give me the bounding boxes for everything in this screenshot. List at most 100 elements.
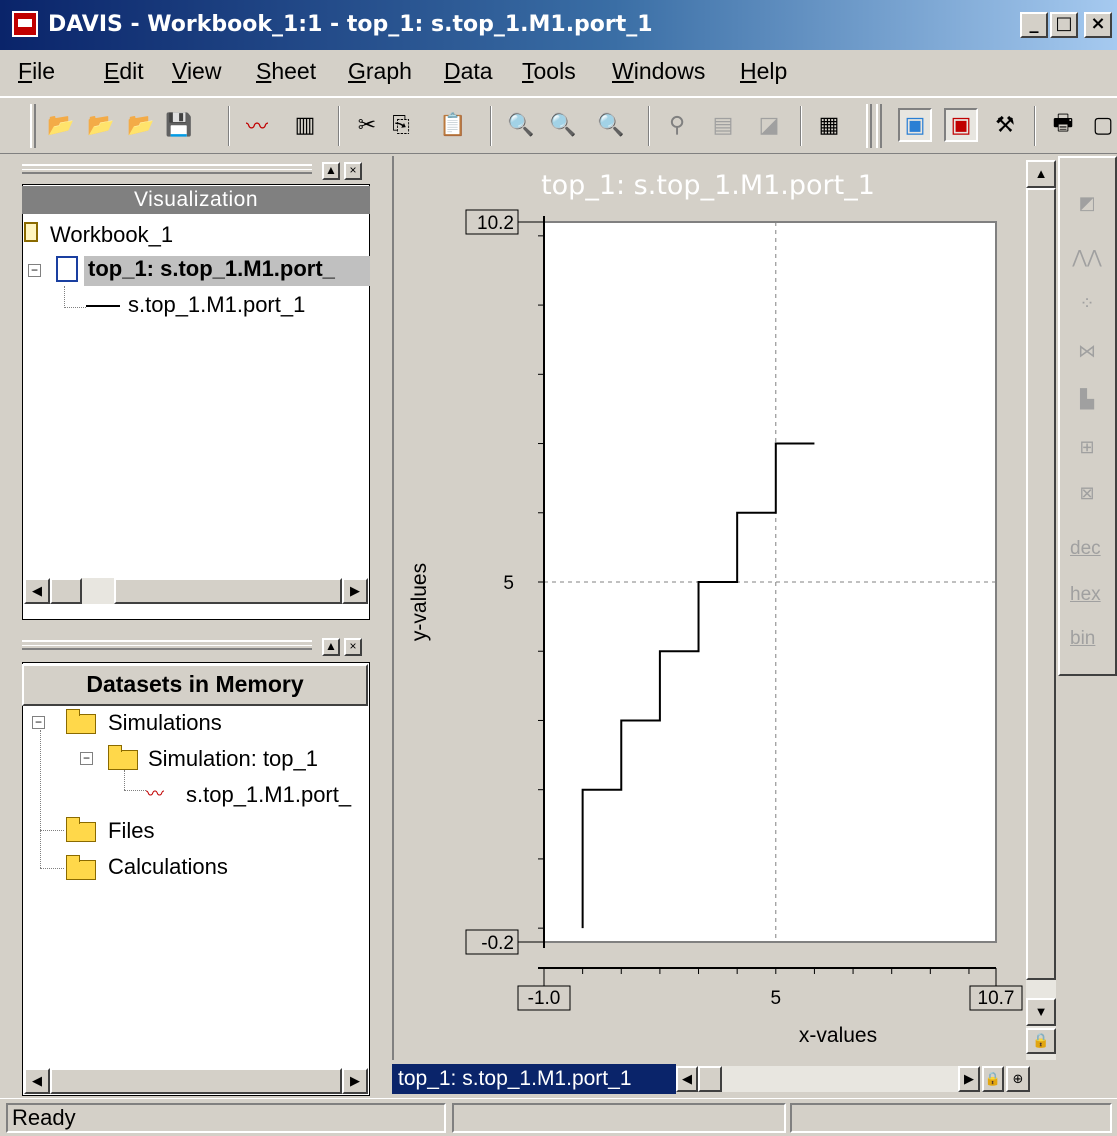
zoom-fit-icon[interactable]: 🔍: [594, 108, 628, 142]
toolbar-grip[interactable]: [30, 104, 36, 148]
scroll-thumb[interactable]: [50, 1068, 342, 1094]
menu-view[interactable]: View: [172, 58, 221, 85]
cursor-icon[interactable]: ⚲: [660, 108, 694, 142]
scroll-thumb[interactable]: [114, 578, 342, 604]
tab-scroll-left-button[interactable]: ◀: [676, 1066, 698, 1092]
calculator-icon[interactable]: ▦: [812, 108, 846, 142]
scroll-thumb[interactable]: [1026, 188, 1056, 980]
minimize-button[interactable]: _: [1020, 12, 1048, 38]
tree-graph-node[interactable]: top_1: s.top_1.M1.port_: [84, 256, 370, 286]
table-icon[interactable]: ▤: [706, 108, 740, 142]
tree-workbook[interactable]: Workbook_1: [50, 222, 173, 248]
scroll-right-button[interactable]: ▶: [342, 1068, 368, 1094]
menu-graph-key: G: [348, 58, 366, 84]
menu-view-key: V: [172, 58, 187, 84]
scroll-thumb[interactable]: [50, 578, 82, 604]
scroll-down-button[interactable]: ▼: [1026, 998, 1056, 1026]
visualization-panel-grip[interactable]: [22, 164, 312, 174]
expander-icon[interactable]: −: [80, 752, 93, 765]
menu-help[interactable]: Help: [740, 58, 787, 85]
visualization-maximize-button[interactable]: ▲: [322, 162, 340, 180]
tree-simulations[interactable]: Simulations: [108, 710, 222, 736]
scroll-right-button[interactable]: ▶: [342, 578, 368, 604]
scroll-left-button[interactable]: ◀: [24, 1068, 50, 1094]
tool-strip: ◩ ⋀⋀ ⁘ ⋈ ▙ ⊞ ⊠ dec hex bin: [1058, 156, 1117, 676]
print-icon[interactable]: 🖶: [1046, 108, 1080, 142]
zoom-in-icon[interactable]: 🔍: [546, 108, 580, 142]
columns-icon[interactable]: ▥: [288, 108, 322, 142]
tree-calculations[interactable]: Calculations: [108, 854, 228, 880]
bus-view-icon[interactable]: ⋈: [1070, 336, 1104, 366]
datasets-panel-grip[interactable]: [22, 640, 312, 650]
import-icon[interactable]: 📂: [124, 108, 158, 142]
graph-tab[interactable]: top_1: s.top_1.M1.port_1: [392, 1064, 676, 1094]
status-cell: [790, 1103, 1112, 1133]
mode-graph-icon[interactable]: ▣: [898, 108, 932, 142]
menu-bar: File Edit View Sheet Graph Data Tools Wi…: [0, 52, 1117, 94]
waveform-view-icon[interactable]: ⋀⋀: [1070, 242, 1104, 272]
y-tick-label: -0.2: [481, 933, 514, 954]
menu-edit-key: E: [104, 58, 120, 84]
menu-tools-rest: ools: [533, 58, 576, 84]
datasets-hscrollbar[interactable]: ◀ ▶: [24, 1068, 368, 1094]
bar-chart-icon[interactable]: ▙: [1070, 384, 1104, 414]
menu-edit[interactable]: Edit: [104, 58, 144, 85]
tab-scroll-right-button[interactable]: ▶: [958, 1066, 980, 1092]
tab-scroll-thumb[interactable]: [698, 1066, 722, 1092]
expander-icon[interactable]: −: [32, 716, 45, 729]
print-preview-icon[interactable]: ▢: [1086, 108, 1117, 142]
chart-settings-icon[interactable]: ◩: [1070, 188, 1104, 218]
menu-windows[interactable]: Windows: [612, 58, 705, 85]
crosshair-icon[interactable]: ⊕: [1006, 1066, 1030, 1092]
close-button[interactable]: ×: [1084, 12, 1112, 38]
open-icon[interactable]: 📂: [44, 108, 78, 142]
open-database-icon[interactable]: 📂: [84, 108, 118, 142]
menu-graph-rest: raph: [365, 58, 412, 84]
visualization-hscrollbar[interactable]: ◀ ▶: [24, 578, 368, 604]
menu-edit-rest: dit: [119, 58, 144, 84]
tab-scroll-track[interactable]: [722, 1066, 958, 1092]
zoom-out-icon[interactable]: 🔍: [504, 108, 538, 142]
menu-tools[interactable]: Tools: [522, 58, 576, 85]
mode-marker-icon[interactable]: ▣: [944, 108, 978, 142]
tree-signal-dataset[interactable]: s.top_1.M1.port_: [186, 782, 351, 808]
scatter-icon[interactable]: ⁘: [1070, 288, 1104, 318]
save-icon[interactable]: 💾: [162, 108, 196, 142]
copy-icon[interactable]: ⎘: [384, 108, 418, 142]
visualization-close-button[interactable]: ×: [344, 162, 362, 180]
menu-data-key: D: [444, 58, 461, 84]
datasets-close-button[interactable]: ×: [344, 638, 362, 656]
toolbar-grip[interactable]: [866, 104, 872, 148]
cut-icon[interactable]: ✂: [350, 108, 384, 142]
y-tick-label: 5: [503, 573, 514, 594]
digital-view-icon[interactable]: ⊞: [1070, 432, 1104, 462]
paste-icon[interactable]: 📋: [436, 108, 470, 142]
dec-button[interactable]: dec: [1070, 538, 1101, 560]
step-chart[interactable]: 10.2 5 -0.2 -1.0 5 10.7 x-values y-values: [392, 156, 1024, 1060]
expander-icon[interactable]: −: [28, 264, 41, 277]
menu-sheet[interactable]: Sheet: [256, 58, 316, 85]
lock-icon[interactable]: 🔒: [1026, 1028, 1056, 1054]
scroll-left-button[interactable]: ◀: [24, 578, 50, 604]
tree-files[interactable]: Files: [108, 818, 154, 844]
mode-tool-icon[interactable]: ⚒: [988, 108, 1022, 142]
status-cell: [452, 1103, 786, 1133]
graph-vscrollbar[interactable]: ▲ ▼ 🔒: [1026, 160, 1056, 1060]
waveform-icon[interactable]: 〰: [240, 108, 274, 142]
menu-graph[interactable]: Graph: [348, 58, 412, 85]
menu-data[interactable]: Data: [444, 58, 493, 85]
menu-file[interactable]: File: [18, 58, 55, 85]
bin-button[interactable]: bin: [1070, 628, 1095, 650]
tree-signal-node[interactable]: s.top_1.M1.port_1: [128, 292, 305, 318]
toolbar: 📂 📂 📂 💾 〰 ▥ ✂ ⎘ 📋 🔍 🔍 🔍 ⚲ ▤ ◪ ▦ ▣ ▣ ⚒ 🖶 …: [0, 96, 1117, 154]
app-icon[interactable]: [12, 11, 38, 37]
hex-button[interactable]: hex: [1070, 584, 1101, 606]
eraser-icon[interactable]: ◪: [752, 108, 786, 142]
scroll-up-button[interactable]: ▲: [1026, 160, 1056, 188]
tree-simulation-top1[interactable]: Simulation: top_1: [148, 746, 318, 772]
datasets-maximize-button[interactable]: ▲: [322, 638, 340, 656]
lock-icon[interactable]: 🔒: [982, 1066, 1004, 1092]
toolbar-grip[interactable]: [876, 104, 882, 148]
maximize-button[interactable]: □: [1050, 12, 1078, 38]
box-view-icon[interactable]: ⊠: [1070, 478, 1104, 508]
